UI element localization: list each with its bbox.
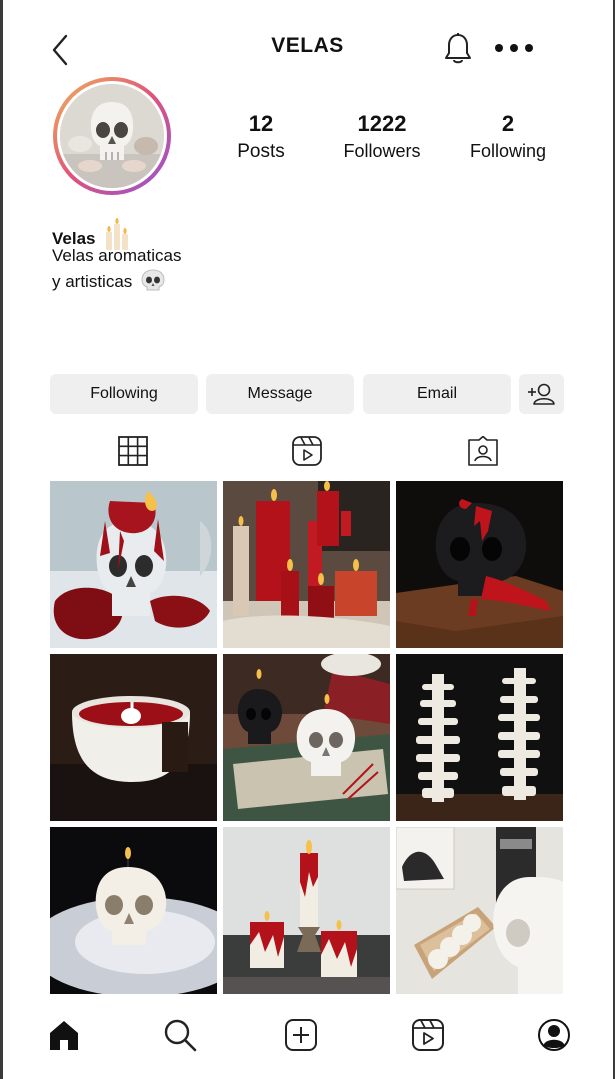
post-image-skull-candles-books xyxy=(223,654,390,821)
following-button[interactable]: Following xyxy=(50,374,198,414)
post-tile[interactable] xyxy=(396,827,563,994)
post-tile[interactable] xyxy=(223,481,390,648)
add-user-icon xyxy=(528,383,555,405)
stat-following[interactable]: 2 Following xyxy=(448,111,568,162)
posts-count: 12 xyxy=(248,111,274,136)
posts-grid xyxy=(50,481,564,994)
post-tile[interactable] xyxy=(223,654,390,821)
post-image-white-skull-candle xyxy=(50,827,217,994)
post-image-red-candle-bowl xyxy=(50,654,217,821)
following-count: 2 xyxy=(501,111,515,136)
new-post-icon[interactable] xyxy=(284,1018,318,1052)
message-button[interactable]: Message xyxy=(206,374,354,414)
followers-label: Followers xyxy=(343,141,421,161)
avatar-ring-gap xyxy=(57,81,167,191)
post-tile[interactable] xyxy=(396,654,563,821)
tagged-icon[interactable] xyxy=(467,436,499,466)
add-user-button[interactable] xyxy=(519,374,564,414)
avatar-image xyxy=(60,84,164,188)
stat-followers[interactable]: 1222 Followers xyxy=(322,111,442,162)
post-tile[interactable] xyxy=(50,827,217,994)
search-icon[interactable] xyxy=(163,1018,197,1052)
post-image-red-candle-skull xyxy=(50,481,217,648)
bell-icon[interactable] xyxy=(442,32,474,66)
window-frame-left xyxy=(0,0,3,1079)
followers-count: 1222 xyxy=(357,111,407,136)
home-icon[interactable] xyxy=(47,1018,81,1052)
posts-label: Posts xyxy=(237,141,285,162)
avatar[interactable] xyxy=(53,77,171,195)
skull-emoji xyxy=(141,269,165,291)
reels-icon[interactable] xyxy=(411,1018,445,1052)
post-image-black-skull-red-wax xyxy=(396,481,563,648)
profile-bio: Velas aromaticas y artisticas xyxy=(52,243,181,294)
post-tile[interactable] xyxy=(223,827,390,994)
stat-posts[interactable]: 12 Posts xyxy=(201,111,321,163)
email-button[interactable]: Email xyxy=(363,374,511,414)
post-tile[interactable] xyxy=(50,481,217,648)
reels-icon[interactable] xyxy=(291,436,323,466)
bio-line-2-wrap: y artisticas xyxy=(52,268,181,294)
grid-icon[interactable] xyxy=(117,436,149,466)
more-horizontal-icon[interactable] xyxy=(493,38,535,58)
bottom-nav xyxy=(0,1000,615,1079)
following-label: Following xyxy=(469,141,547,161)
post-image-skull-gift-box xyxy=(396,827,563,994)
post-tile[interactable] xyxy=(50,654,217,821)
bio-line-2: y artisticas xyxy=(52,272,133,291)
skull-candle-photo xyxy=(60,84,164,188)
post-image-red-candles-moss xyxy=(223,827,390,994)
post-image-dripping-red-candles xyxy=(223,481,390,648)
post-image-spine-candles xyxy=(396,654,563,821)
post-tile[interactable] xyxy=(396,481,563,648)
bio-line-1: Velas aromaticas xyxy=(52,246,182,265)
profile-icon[interactable] xyxy=(537,1018,571,1052)
